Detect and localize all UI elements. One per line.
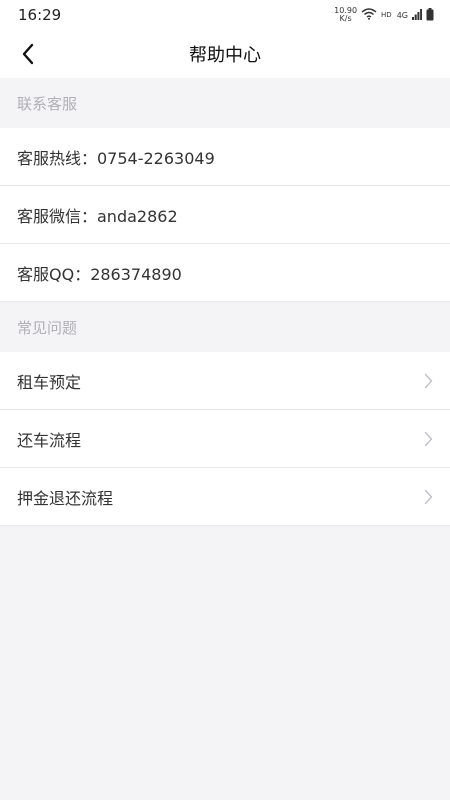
network-label: 4G — [396, 10, 408, 20]
hd-label: HD — [381, 11, 392, 19]
net-speed-unit: K/s — [339, 14, 352, 23]
contact-qq-row[interactable]: 客服QQ：286374890 — [0, 244, 450, 302]
back-arrow-icon — [22, 43, 34, 65]
net-speed: 10.90 K/s — [334, 7, 357, 23]
contact-qq-label: 客服QQ：286374890 — [17, 264, 182, 284]
contact-section-title: 联系客服 — [0, 78, 450, 128]
faq-list: 租车预定 还车流程 押金退还流程 — [0, 352, 450, 526]
status-bar: 16:29 10.90 K/s HD 4G — [0, 0, 450, 30]
contact-wechat-row[interactable]: 客服微信：anda2862 — [0, 186, 450, 244]
faq-item-return[interactable]: 还车流程 — [0, 410, 450, 468]
signal-icon — [412, 8, 422, 22]
battery-icon — [426, 7, 434, 23]
faq-item-label: 押金退还流程 — [17, 488, 114, 508]
wifi-icon — [361, 8, 377, 22]
help-center-screen: 16:29 10.90 K/s HD 4G 帮助中心 联系客服 客服热线：075… — [0, 0, 450, 800]
chevron-right-icon — [422, 430, 434, 448]
chevron-right-icon — [422, 488, 434, 506]
faq-section-title: 常见问题 — [0, 302, 450, 352]
back-button[interactable] — [14, 40, 42, 68]
page-title: 帮助中心 — [189, 45, 261, 66]
status-icons: 10.90 K/s HD 4G — [334, 7, 434, 23]
contact-hotline-label: 客服热线：0754-2263049 — [17, 148, 215, 168]
faq-item-label: 还车流程 — [17, 430, 82, 450]
faq-item-label: 租车预定 — [17, 372, 82, 392]
faq-item-deposit-refund[interactable]: 押金退还流程 — [0, 468, 450, 526]
contact-list: 客服热线：0754-2263049 客服微信：anda2862 客服QQ：286… — [0, 128, 450, 302]
status-time: 16:29 — [18, 6, 62, 24]
contact-wechat-label: 客服微信：anda2862 — [17, 206, 178, 226]
contact-hotline-row[interactable]: 客服热线：0754-2263049 — [0, 128, 450, 186]
chevron-right-icon — [422, 372, 434, 390]
faq-item-booking[interactable]: 租车预定 — [0, 352, 450, 410]
nav-bar: 帮助中心 — [0, 30, 450, 78]
